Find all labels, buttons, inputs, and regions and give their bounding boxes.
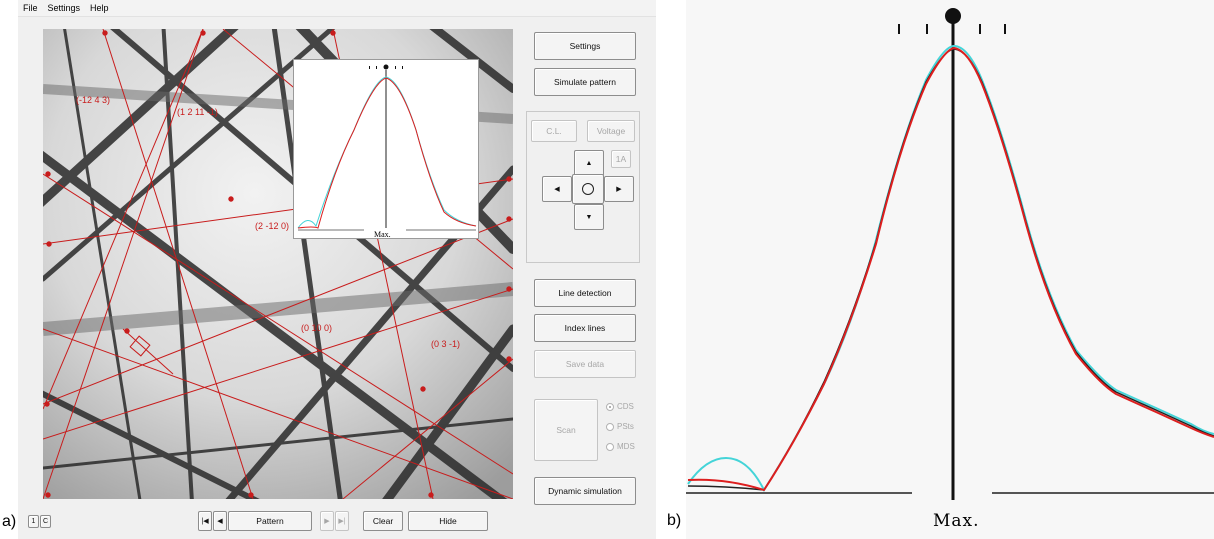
indexing-window: File Settings Help (-12 4 3) (1 2 11 -1)…	[18, 0, 656, 539]
last-pattern-button[interactable]: ▶|	[335, 511, 349, 531]
first-pattern-button[interactable]: |◀	[198, 511, 212, 531]
arrow-left-icon: ◀	[554, 186, 560, 193]
arrow-right-icon: ▶	[616, 186, 622, 193]
radio-psts[interactable]: PSts	[606, 422, 634, 431]
hide-button[interactable]: Hide	[408, 511, 488, 531]
max-marker-icon	[945, 8, 961, 24]
max-label: Max.	[933, 511, 980, 531]
clear-button[interactable]: Clear	[363, 511, 403, 531]
radio-indicator	[606, 442, 614, 451]
menu-bar: File Settings Help	[18, 0, 656, 17]
dynamic-simulation-button[interactable]: Dynamic simulation	[534, 477, 636, 505]
radio-indicator	[606, 402, 614, 411]
band-label: (0 10 0)	[301, 323, 332, 333]
cl-button[interactable]: C.L.	[531, 120, 577, 142]
band-label: (2 -12 0)	[255, 221, 289, 231]
menu-help[interactable]: Help	[85, 3, 114, 13]
small-right-button[interactable]: C	[40, 515, 51, 528]
inset-max-label: Max.	[374, 230, 391, 239]
scan-button[interactable]: Scan	[534, 399, 598, 461]
arrow-down-icon: ▼	[585, 213, 593, 221]
kikuchi-pattern-view[interactable]: (-12 4 3) (1 2 11 -1) (2 -12 0) (0 10 0)…	[43, 29, 513, 499]
move-left-button[interactable]: ◀	[542, 176, 572, 202]
simulate-pattern-button[interactable]: Simulate pattern	[534, 68, 636, 96]
save-data-button[interactable]: Save data	[534, 350, 636, 378]
band-label: (0 3 -1)	[431, 339, 460, 349]
center-circle-icon	[582, 183, 594, 195]
arrow-up-icon: ▲	[585, 159, 593, 167]
last-icon: ▶|	[338, 518, 346, 525]
inset-profile-plot	[297, 64, 477, 231]
line-detection-button[interactable]: Line detection	[534, 279, 636, 307]
radio-label: CDS	[617, 402, 634, 411]
settings-button[interactable]: Settings	[534, 32, 636, 60]
move-right-button[interactable]: ▶	[604, 176, 634, 202]
panel-label-a: a)	[2, 513, 17, 530]
move-up-button[interactable]: ▲	[574, 150, 604, 176]
radio-label: MDS	[617, 442, 635, 451]
profile-inset: Max.	[293, 59, 479, 239]
index-lines-button[interactable]: Index lines	[534, 314, 636, 342]
pattern-button[interactable]: Pattern	[228, 511, 312, 531]
prev-pattern-button[interactable]: ◀	[213, 511, 227, 531]
band-label: (1 2 11 -1)	[177, 107, 218, 117]
radio-label: PSts	[617, 422, 634, 431]
radio-indicator	[606, 422, 614, 431]
menu-settings[interactable]: Settings	[43, 3, 86, 13]
prev-icon: ◀	[217, 518, 223, 525]
radio-mds[interactable]: MDS	[606, 442, 635, 451]
center-button[interactable]	[572, 174, 604, 204]
panel-label-b: b)	[667, 512, 682, 529]
first-icon: |◀	[201, 518, 209, 525]
step-button[interactable]: 1A	[611, 150, 631, 168]
profile-zoom-panel: Max.	[686, 0, 1214, 539]
next-icon: ▶	[324, 518, 330, 525]
profile-plot	[686, 8, 1214, 500]
voltage-button[interactable]: Voltage	[587, 120, 635, 142]
menu-file[interactable]: File	[18, 3, 43, 13]
next-pattern-button[interactable]: ▶	[320, 511, 334, 531]
band-label: (-12 4 3)	[76, 95, 110, 105]
move-down-button[interactable]: ▼	[574, 204, 604, 230]
small-left-button[interactable]: 1	[28, 515, 39, 528]
radio-cds[interactable]: CDS	[606, 402, 634, 411]
navigation-group: C.L. Voltage 1A ▲ ◀ ▶ ▼	[526, 111, 640, 263]
